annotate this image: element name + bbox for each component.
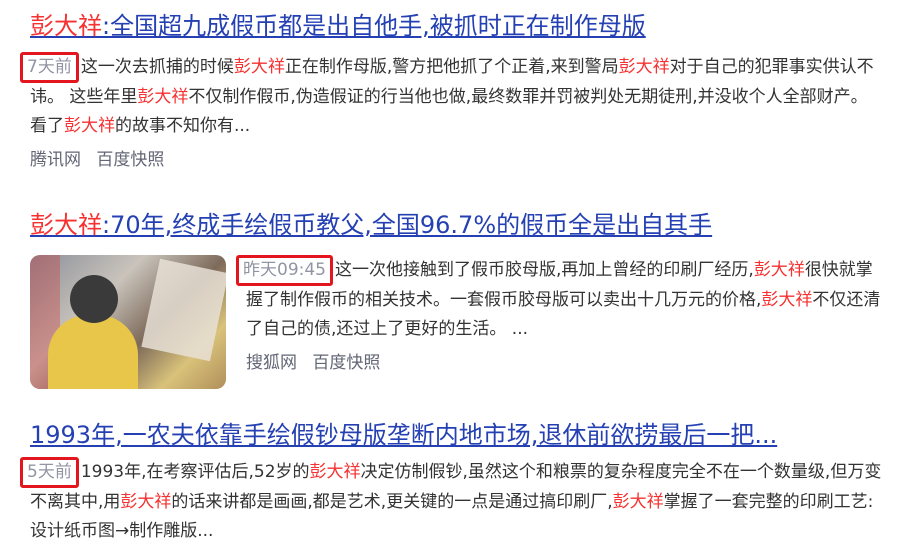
- result-thumbnail-image[interactable]: [30, 255, 226, 389]
- abstract-keyword: 彭大祥: [64, 116, 115, 136]
- abstract-text: 的话来讲都是画画,都是艺术,更关键的一点是通过搞印刷厂,: [171, 492, 613, 512]
- snapshot-link[interactable]: 百度快照: [96, 150, 164, 170]
- date-label: 7天前: [20, 52, 79, 83]
- abstract-text: 1993年,在考察评估后,52岁的: [80, 462, 310, 482]
- result-abstract: 7天前 这一次去抓捕的时候彭大祥正在制作母版,警方把他抓了个正着,来到警局彭大祥对…: [20, 52, 883, 141]
- abstract-keyword: 彭大祥: [761, 290, 813, 310]
- snapshot-link[interactable]: 百度快照: [312, 353, 380, 373]
- result-title-link[interactable]: 彭大祥:70年,终成手绘假币教父,全国96.7%的假币全是出自其手: [30, 209, 883, 241]
- source-link[interactable]: 搜狐网: [246, 353, 297, 373]
- result-source-row: 搜狐网 百度快照: [246, 350, 883, 376]
- abstract-keyword: 彭大祥: [753, 260, 805, 280]
- result-title-link[interactable]: 彭大祥:全国超九成假币都是出自他手,被抓时正在制作母版: [30, 10, 883, 42]
- title-text: :70年,终成手绘假币教父,全国96.7%的假币全是出自其手: [102, 211, 713, 239]
- abstract-keyword: 彭大祥: [612, 492, 664, 512]
- abstract-text: 正在制作母版,警方把他抓了个正着,来到警局: [284, 57, 619, 77]
- search-result-2: 彭大祥:70年,终成手绘假币教父,全国96.7%的假币全是出自其手 昨天09:4…: [30, 209, 883, 389]
- result-title-link[interactable]: 1993年,一农夫依靠手绘假钞母版垄断内地市场,退休前欲捞最后一把...: [30, 419, 883, 451]
- result-abstract: 5天前 1993年,在考察评估后,52岁的彭大祥决定仿制假钞,虽然这个和粮票的复杂…: [20, 457, 883, 546]
- title-keyword: 彭大祥: [30, 211, 102, 239]
- abstract-text: 的故事不知你有...: [115, 116, 251, 136]
- search-result-1: 彭大祥:全国超九成假币都是出自他手,被抓时正在制作母版 7天前 这一次去抓捕的时候…: [20, 10, 883, 173]
- abstract-keyword: 彭大祥: [233, 57, 285, 77]
- abstract-text: 这一次去抓捕的时候: [80, 57, 234, 77]
- result-body: 昨天09:45 这一次他接触到了假币胶母版,再加上曾经的印刷厂经历,彭大祥很快就掌…: [30, 255, 883, 389]
- abstract-keyword: 彭大祥: [618, 57, 670, 77]
- result-abstract: 昨天09:45 这一次他接触到了假币胶母版,再加上曾经的印刷厂经历,彭大祥很快就掌…: [236, 255, 883, 344]
- title-text: :全国超九成假币都是出自他手,被抓时正在制作母版: [102, 12, 646, 40]
- title-keyword: 彭大祥: [30, 12, 102, 40]
- date-label: 昨天09:45: [236, 255, 333, 286]
- source-link[interactable]: 腾讯网: [30, 150, 81, 170]
- abstract-keyword: 彭大祥: [309, 462, 361, 482]
- abstract-text: 这一次他接触到了假币胶母版,再加上曾经的印刷厂经历,: [335, 260, 754, 280]
- abstract-keyword: 彭大祥: [120, 492, 172, 512]
- search-result-3: 1993年,一农夫依靠手绘假钞母版垄断内地市场,退休前欲捞最后一把... 5天前…: [20, 419, 883, 546]
- result-source-row: 腾讯网 百度快照: [30, 147, 883, 173]
- abstract-keyword: 彭大祥: [137, 87, 189, 107]
- date-label: 5天前: [20, 457, 79, 488]
